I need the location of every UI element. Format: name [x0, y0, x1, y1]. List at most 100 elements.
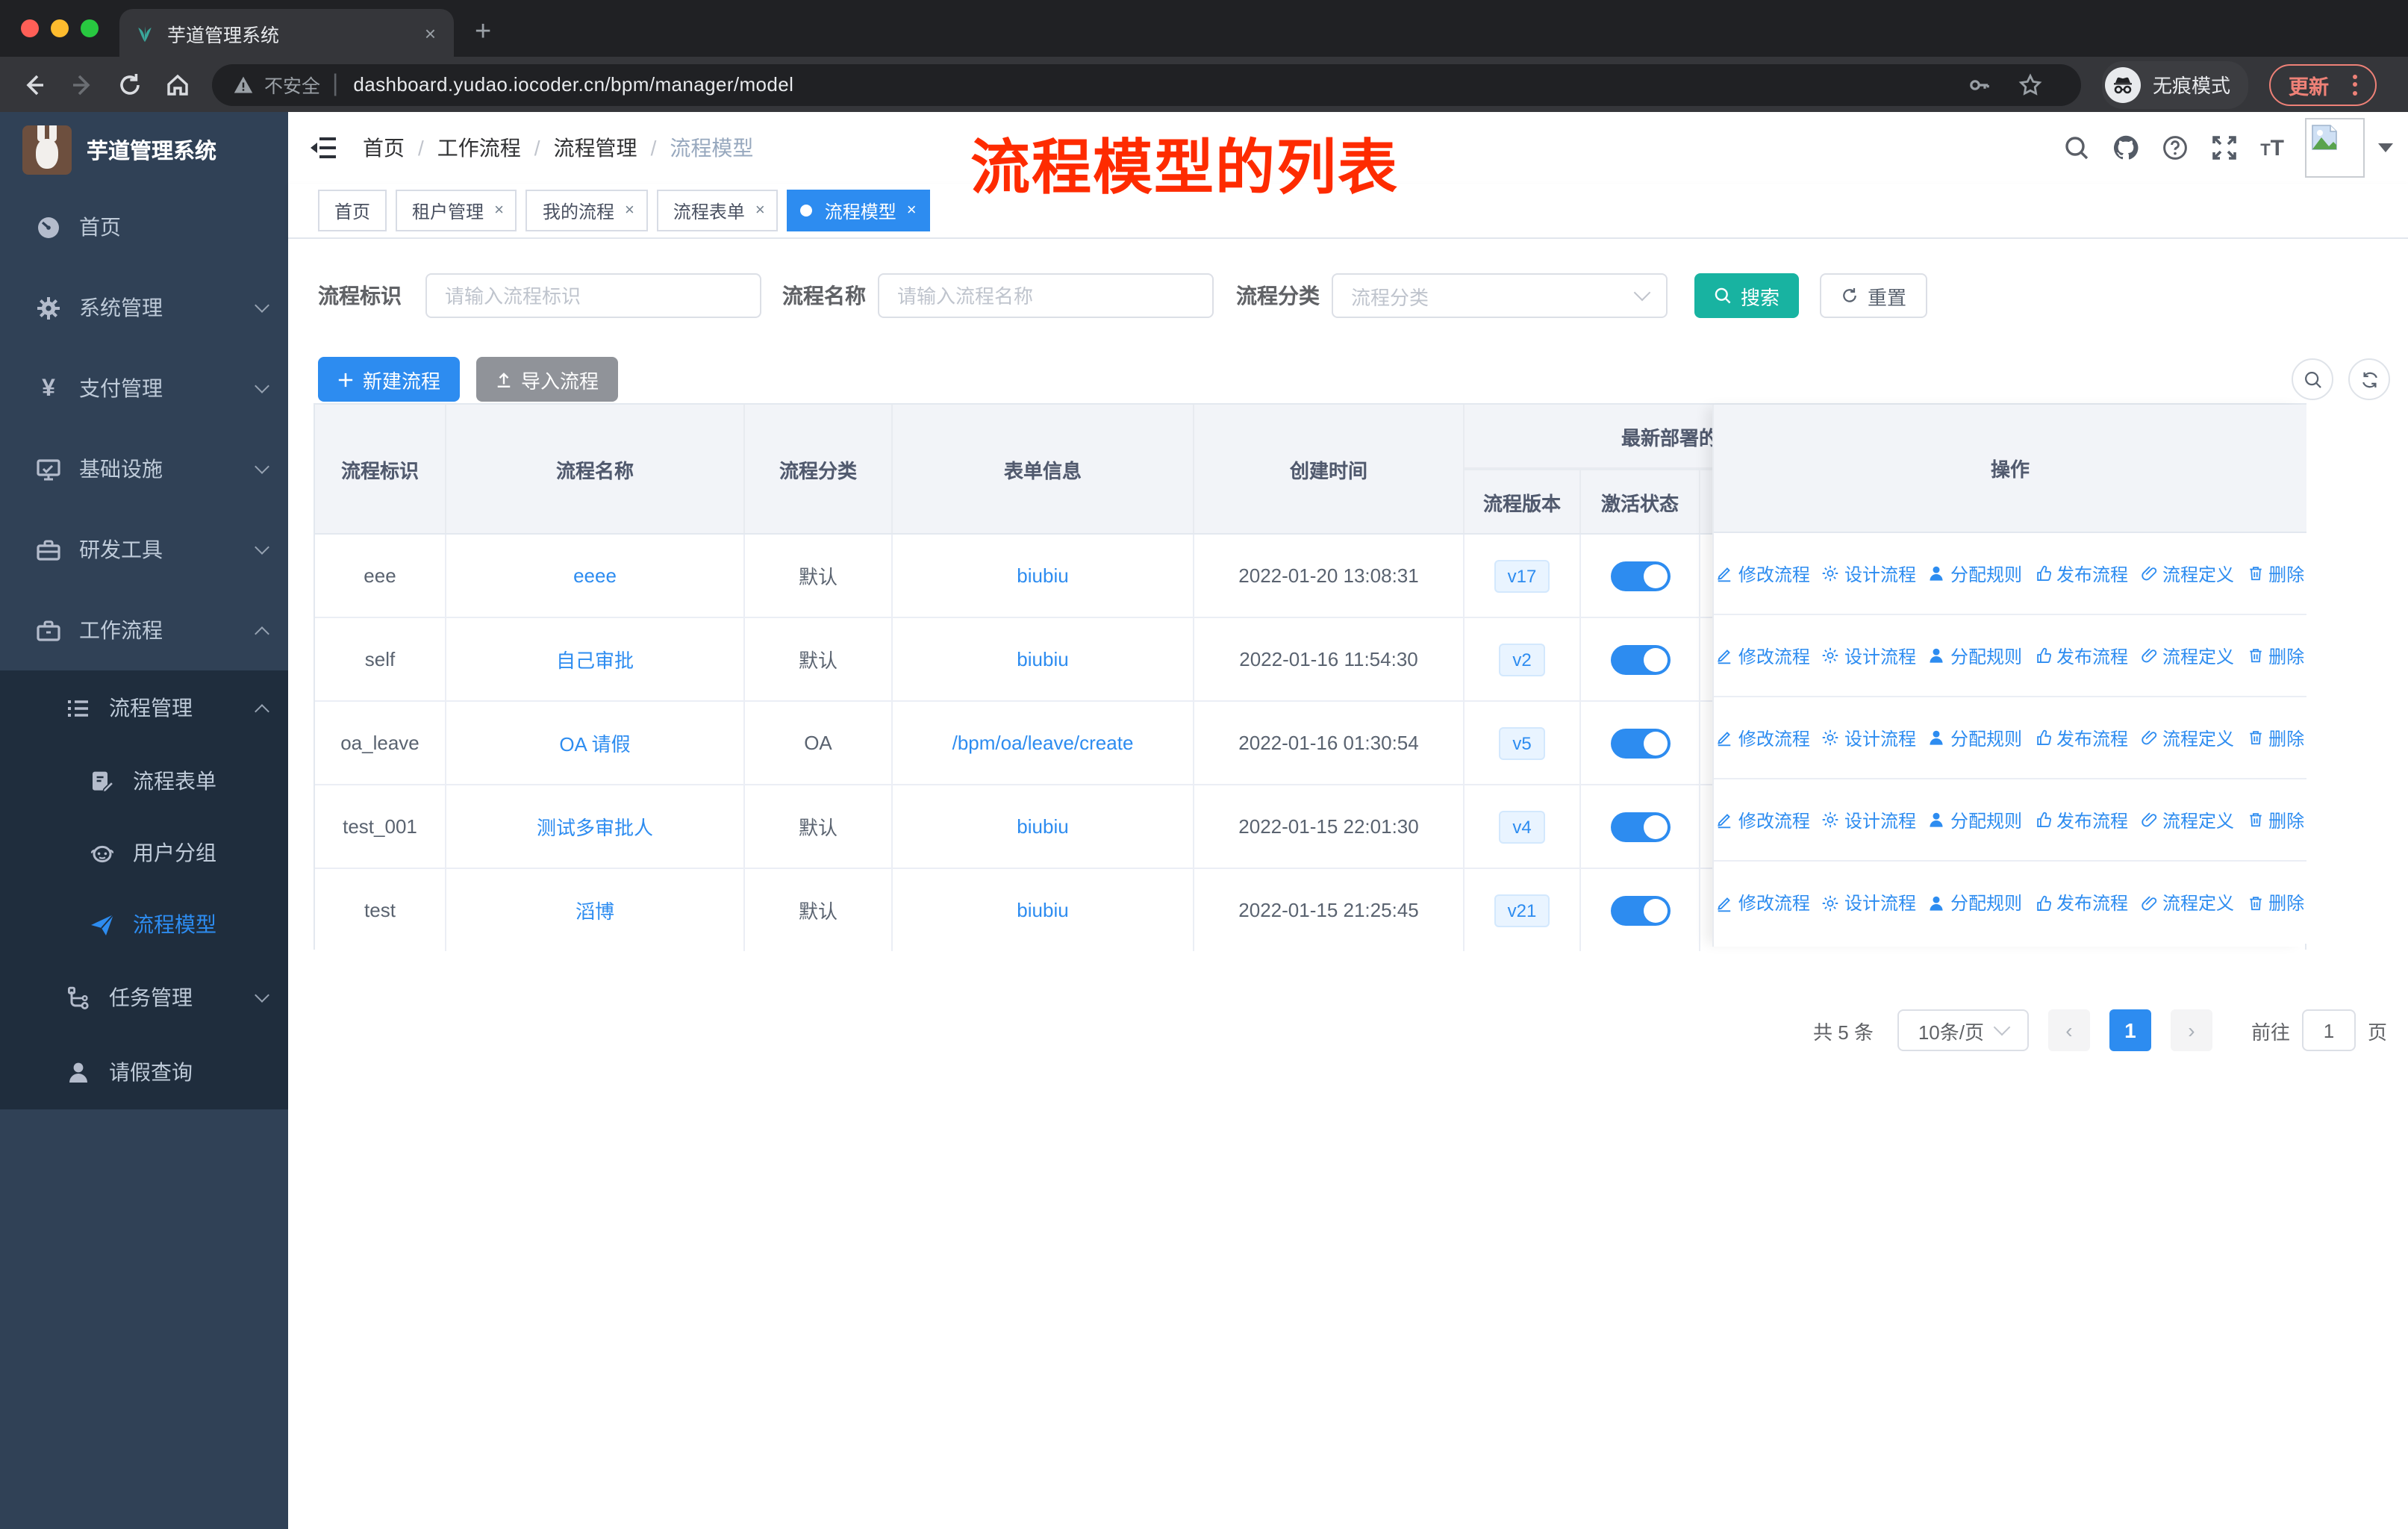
- delete-link[interactable]: 删除: [2246, 643, 2304, 668]
- search-button[interactable]: 搜索: [1694, 273, 1800, 318]
- delete-link[interactable]: 删除: [2246, 725, 2304, 750]
- sidebar-fold-icon[interactable]: [309, 133, 339, 163]
- assign-rule-link[interactable]: 分配规则: [1928, 643, 2022, 668]
- model-name-link[interactable]: 测试多审批人: [537, 812, 653, 841]
- close-icon[interactable]: ×: [755, 202, 765, 219]
- tag-process-form[interactable]: 流程表单 ×: [656, 190, 779, 231]
- page-number-button[interactable]: 1: [2109, 1009, 2151, 1051]
- reset-button[interactable]: 重置: [1820, 273, 1928, 318]
- key-icon[interactable]: [1968, 72, 1991, 96]
- form-link[interactable]: biubiu: [1017, 648, 1068, 670]
- sidebar-item-workflow[interactable]: 工作流程: [0, 590, 288, 670]
- back-icon[interactable]: [21, 71, 48, 98]
- publish-process-link[interactable]: 发布流程: [2034, 725, 2128, 750]
- form-link[interactable]: biubiu: [1017, 564, 1068, 587]
- update-button[interactable]: 更新: [2269, 63, 2377, 105]
- publish-process-link[interactable]: 发布流程: [2034, 807, 2128, 832]
- tag-home[interactable]: 首页: [318, 190, 387, 231]
- model-name-link[interactable]: 自己审批: [556, 645, 634, 673]
- sidebar-item-infra[interactable]: 基础设施: [0, 429, 288, 509]
- active-toggle[interactable]: [1610, 728, 1670, 758]
- sidebar-item-task-management[interactable]: 任务管理: [0, 960, 288, 1035]
- minimize-window-button[interactable]: [51, 19, 69, 37]
- version-badge[interactable]: v4: [1499, 810, 1545, 843]
- version-badge[interactable]: v2: [1499, 643, 1545, 676]
- tab-close-icon[interactable]: ×: [422, 22, 439, 44]
- sidebar-item-home[interactable]: 首页: [0, 187, 288, 267]
- bookmark-star-icon[interactable]: [2018, 72, 2042, 96]
- model-name-link[interactable]: OA 请假: [559, 729, 630, 757]
- caret-down-icon[interactable]: [2378, 143, 2393, 152]
- reload-icon[interactable]: [116, 71, 143, 98]
- assign-rule-link[interactable]: 分配规则: [1928, 725, 2022, 750]
- app-logo[interactable]: 芋道管理系统: [0, 112, 288, 187]
- tag-tenant[interactable]: 租户管理 ×: [396, 190, 517, 231]
- sidebar-item-process-form[interactable]: 流程表单: [0, 745, 288, 817]
- design-process-link[interactable]: 设计流程: [1822, 725, 1916, 750]
- active-toggle[interactable]: [1610, 895, 1670, 925]
- version-badge[interactable]: v21: [1494, 894, 1550, 927]
- model-name-link[interactable]: 滔博: [576, 896, 614, 924]
- sidebar-item-system[interactable]: 系统管理: [0, 267, 288, 348]
- macos-window-controls[interactable]: [21, 19, 99, 37]
- forward-icon[interactable]: [69, 71, 96, 98]
- process-definition-link[interactable]: 流程定义: [2140, 807, 2234, 832]
- prev-page-button[interactable]: ‹: [2047, 1009, 2090, 1051]
- design-process-link[interactable]: 设计流程: [1822, 643, 1916, 668]
- active-toggle[interactable]: [1610, 561, 1670, 591]
- close-icon[interactable]: ×: [625, 202, 634, 219]
- close-window-button[interactable]: [21, 19, 39, 37]
- sidebar-item-leave-query[interactable]: 请假查询: [0, 1035, 288, 1109]
- sidebar-item-process-model[interactable]: 流程模型: [0, 888, 288, 960]
- import-process-button[interactable]: 导入流程: [476, 357, 619, 402]
- tag-my-process[interactable]: 我的流程 ×: [525, 190, 648, 231]
- publish-process-link[interactable]: 发布流程: [2034, 890, 2128, 915]
- url-text[interactable]: dashboard.yudao.iocoder.cn/bpm/manager/m…: [353, 73, 793, 96]
- new-tab-button[interactable]: +: [475, 15, 491, 51]
- active-toggle[interactable]: [1610, 812, 1670, 841]
- user-avatar[interactable]: [2305, 118, 2365, 178]
- page-size-select[interactable]: 10条/页: [1897, 1009, 2029, 1051]
- search-icon[interactable]: [2063, 134, 2090, 161]
- edit-process-link[interactable]: 修改流程: [1716, 643, 1810, 668]
- edit-process-link[interactable]: 修改流程: [1716, 725, 1810, 750]
- process-definition-link[interactable]: 流程定义: [2140, 890, 2234, 915]
- edit-process-link[interactable]: 修改流程: [1716, 561, 1810, 586]
- sidebar-item-user-group[interactable]: 用户分组: [0, 817, 288, 888]
- version-badge[interactable]: v5: [1499, 726, 1545, 759]
- create-process-button[interactable]: 新建流程: [318, 357, 461, 402]
- browser-menu-icon[interactable]: [2344, 69, 2366, 99]
- next-page-button[interactable]: ›: [2170, 1009, 2212, 1051]
- sidebar-item-payment[interactable]: ¥ 支付管理: [0, 348, 288, 429]
- process-definition-link[interactable]: 流程定义: [2140, 725, 2234, 750]
- refresh-table-button[interactable]: [2348, 358, 2390, 400]
- edit-process-link[interactable]: 修改流程: [1716, 807, 1810, 832]
- security-label[interactable]: 不安全: [264, 70, 320, 99]
- breadcrumb-item[interactable]: 工作流程: [437, 133, 521, 163]
- form-link[interactable]: biubiu: [1017, 899, 1068, 921]
- process-name-input[interactable]: [878, 273, 1214, 318]
- active-toggle[interactable]: [1610, 644, 1670, 674]
- address-bar[interactable]: 不安全 | dashboard.yudao.iocoder.cn/bpm/man…: [212, 63, 2081, 105]
- browser-tab[interactable]: 芋道管理系统 ×: [119, 9, 454, 57]
- sidebar-item-process-management[interactable]: 流程管理: [0, 670, 288, 745]
- process-definition-link[interactable]: 流程定义: [2140, 561, 2234, 586]
- design-process-link[interactable]: 设计流程: [1822, 807, 1916, 832]
- font-size-icon[interactable]: TT: [2260, 135, 2284, 161]
- form-link[interactable]: /bpm/oa/leave/create: [952, 732, 1134, 754]
- delete-link[interactable]: 删除: [2246, 890, 2304, 915]
- design-process-link[interactable]: 设计流程: [1822, 890, 1916, 915]
- zoom-window-button[interactable]: [81, 19, 99, 37]
- model-name-link[interactable]: eeee: [573, 564, 617, 587]
- publish-process-link[interactable]: 发布流程: [2034, 561, 2128, 586]
- fullscreen-icon[interactable]: [2211, 134, 2238, 161]
- design-process-link[interactable]: 设计流程: [1822, 561, 1916, 586]
- help-icon[interactable]: [2162, 134, 2189, 161]
- edit-process-link[interactable]: 修改流程: [1716, 890, 1810, 915]
- close-icon[interactable]: ×: [494, 202, 504, 219]
- delete-link[interactable]: 删除: [2246, 807, 2304, 832]
- category-select[interactable]: 流程分类: [1332, 273, 1668, 318]
- breadcrumb-item[interactable]: 首页: [363, 133, 405, 163]
- goto-page-input[interactable]: [2301, 1009, 2356, 1051]
- breadcrumb-item[interactable]: 流程管理: [554, 133, 637, 163]
